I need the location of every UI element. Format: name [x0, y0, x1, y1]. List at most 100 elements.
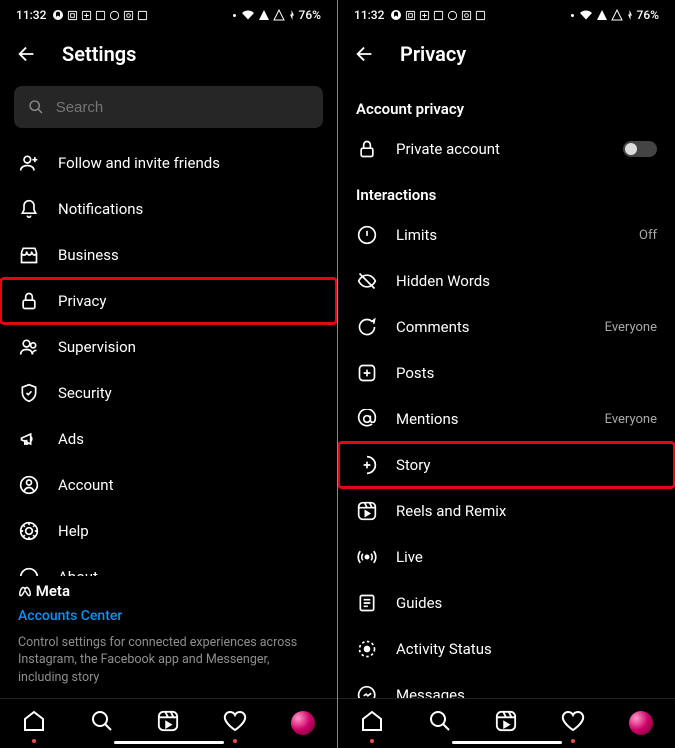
row-label: Limits	[396, 226, 621, 244]
settings-row-about[interactable]: About	[0, 554, 337, 576]
row-label: Mentions	[396, 410, 587, 428]
nav-search[interactable]	[428, 709, 452, 737]
nav-search[interactable]	[90, 709, 114, 737]
people-icon	[18, 336, 40, 358]
status-bar: 11:32 76%	[338, 0, 675, 26]
row-private-account[interactable]: Private account	[338, 126, 675, 172]
bell-icon	[18, 198, 40, 220]
settings-row-account[interactable]: Account	[0, 462, 337, 508]
status-battery: 76%	[299, 8, 321, 22]
settings-row-notifications[interactable]: Notifications	[0, 186, 337, 232]
privacy-row-live[interactable]: Live	[338, 534, 675, 580]
meta-block: Meta Accounts Center Control settings fo…	[0, 576, 337, 699]
status-right-icons: 76%	[231, 8, 321, 22]
live-icon	[356, 546, 378, 568]
meta-logo: Meta	[18, 582, 319, 600]
nav-activity[interactable]	[561, 709, 585, 737]
nav-activity[interactable]	[223, 709, 247, 737]
privacy-row-comments[interactable]: Comments Everyone	[338, 304, 675, 350]
row-label: Live	[396, 548, 657, 566]
store-icon	[18, 244, 40, 266]
row-label: Account	[58, 476, 319, 494]
help-icon	[18, 520, 40, 542]
limits-icon	[356, 224, 378, 246]
account-icon	[18, 474, 40, 496]
status-right-icons: 76%	[569, 8, 659, 22]
status-time: 11:32	[16, 8, 46, 22]
avatar	[291, 711, 315, 735]
status-bar: 11:32 76%	[0, 0, 337, 26]
privacy-row-reels-and-remix[interactable]: Reels and Remix	[338, 488, 675, 534]
home-indicator[interactable]	[114, 741, 224, 744]
privacy-row-messages[interactable]: Messages	[338, 672, 675, 698]
settings-row-ads[interactable]: Ads	[0, 416, 337, 462]
row-label: Posts	[396, 364, 657, 382]
status-notif-icons	[52, 9, 148, 21]
interactions-list: LimitsOff Hidden Words Comments Everyone Pos…	[338, 212, 675, 698]
row-label: Supervision	[58, 338, 319, 356]
settings-row-help[interactable]: Help	[0, 508, 337, 554]
private-account-toggle[interactable]	[623, 141, 657, 157]
info-icon	[18, 566, 40, 576]
meta-brand-text: Meta	[36, 582, 70, 600]
section-account-privacy: Account privacy	[338, 86, 675, 126]
settings-row-business[interactable]: Business	[0, 232, 337, 278]
reels-icon	[356, 500, 378, 522]
privacy-row-limits[interactable]: LimitsOff	[338, 212, 675, 258]
row-label: Comments	[396, 318, 587, 336]
mention-icon	[356, 408, 378, 430]
privacy-row-activity-status[interactable]: Activity Status	[338, 626, 675, 672]
nav-reels[interactable]	[157, 710, 179, 736]
row-value: Everyone	[605, 320, 657, 335]
hidden-icon	[356, 270, 378, 292]
row-label: Business	[58, 246, 319, 264]
meta-desc: Control settings for connected experienc…	[18, 634, 319, 687]
nav-profile[interactable]	[291, 711, 315, 735]
settings-row-privacy[interactable]: Privacy	[0, 278, 337, 324]
home-indicator[interactable]	[452, 741, 562, 744]
settings-row-supervision[interactable]: Supervision	[0, 324, 337, 370]
nav-reels[interactable]	[495, 710, 517, 736]
guides-icon	[356, 592, 378, 614]
privacy-row-hidden-words[interactable]: Hidden Words	[338, 258, 675, 304]
row-value: Everyone	[605, 412, 657, 427]
section-interactions: Interactions	[338, 172, 675, 212]
row-label: Activity Status	[396, 640, 657, 658]
row-label: Ads	[58, 430, 319, 448]
row-label: Security	[58, 384, 319, 402]
privacy-row-mentions[interactable]: Mentions Everyone	[338, 396, 675, 442]
phone-settings: 11:32 76% Settings	[0, 0, 337, 748]
row-label: About	[58, 568, 319, 576]
row-label: Reels and Remix	[396, 502, 657, 520]
story-icon	[356, 454, 378, 476]
privacy-row-story[interactable]: Story	[338, 442, 675, 488]
lock-icon	[18, 290, 40, 312]
search-input[interactable]	[56, 99, 311, 116]
megaphone-icon	[18, 428, 40, 450]
privacy-row-posts[interactable]: Posts	[338, 350, 675, 396]
settings-row-security[interactable]: Security	[0, 370, 337, 416]
nav-home[interactable]	[22, 709, 46, 737]
settings-row-follow-and-invite-friends[interactable]: Follow and invite friends	[0, 140, 337, 186]
lock-icon	[356, 138, 378, 160]
row-label: Follow and invite friends	[58, 154, 319, 172]
phone-privacy: 11:32 76% Privacy Account privacy	[338, 0, 675, 748]
nav-profile[interactable]	[629, 711, 653, 735]
row-label: Hidden Words	[396, 272, 657, 290]
row-label: Help	[58, 522, 319, 540]
privacy-row-guides[interactable]: Guides	[338, 580, 675, 626]
search-box[interactable]	[14, 86, 323, 128]
accounts-center-link[interactable]: Accounts Center	[18, 608, 319, 624]
plus-icon	[356, 362, 378, 384]
back-icon[interactable]	[354, 43, 376, 65]
add-user-icon	[18, 152, 40, 174]
activity-icon	[356, 638, 378, 660]
shield-icon	[18, 382, 40, 404]
row-label: Privacy	[58, 292, 319, 310]
messages-icon	[356, 684, 378, 698]
page-title: Privacy	[400, 42, 466, 66]
private-account-label: Private account	[396, 140, 605, 158]
avatar	[629, 711, 653, 735]
back-icon[interactable]	[16, 43, 38, 65]
nav-home[interactable]	[360, 709, 384, 737]
